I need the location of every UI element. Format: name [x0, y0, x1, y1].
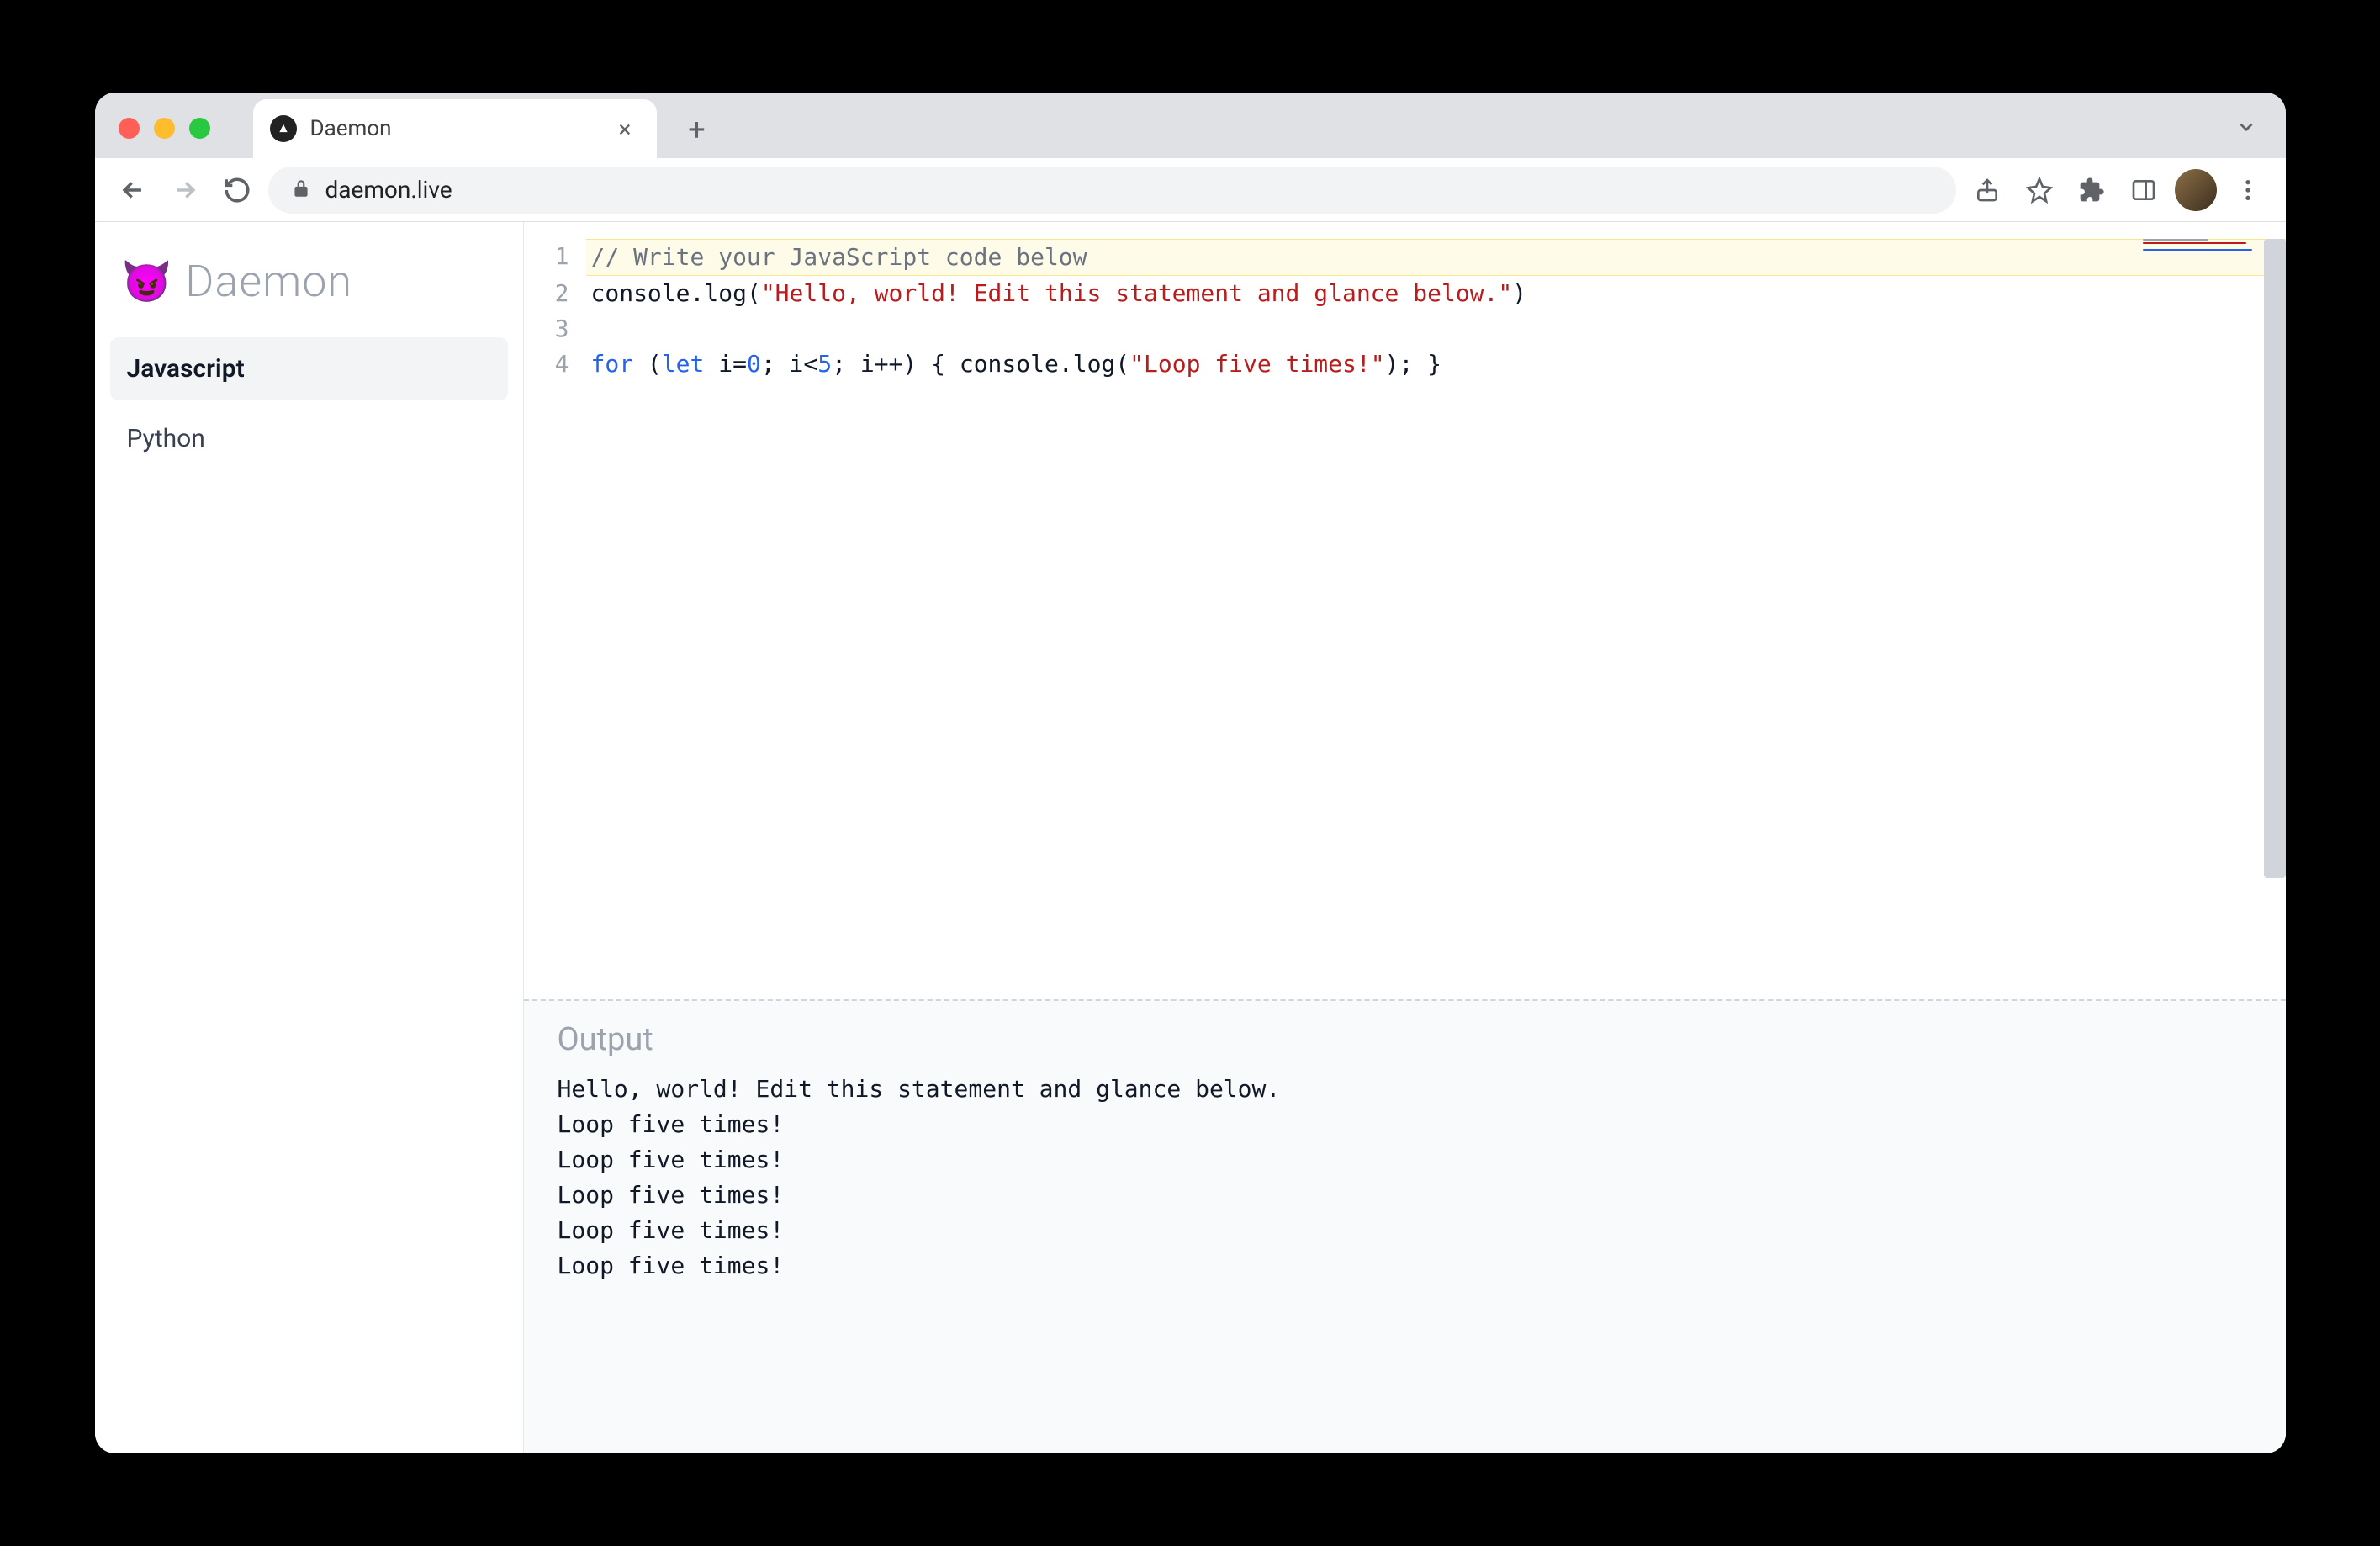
line-content[interactable] [591, 311, 2286, 347]
bookmark-button[interactable] [2018, 169, 2060, 211]
output-text: Hello, world! Edit this statement and gl… [558, 1072, 2252, 1284]
line-content[interactable]: console.log("Hello, world! Edit this sta… [591, 276, 2286, 311]
browser-tab-bar: Daemon × + [95, 93, 2286, 158]
sidebar: 😈 Daemon Javascript Python [95, 222, 524, 1453]
page-content: 😈 Daemon Javascript Python 1// Write you… [95, 222, 2286, 1453]
address-bar: daemon.live [95, 158, 2286, 222]
new-tab-button[interactable]: + [674, 106, 721, 153]
code-line[interactable]: 2console.log("Hello, world! Edit this st… [524, 276, 2286, 311]
code-line[interactable]: 1// Write your JavaScript code below [524, 239, 2286, 276]
code-line[interactable]: 4for (let i=0; i<5; i++) { console.log("… [524, 347, 2286, 382]
sidebar-item-label: Python [127, 424, 205, 453]
line-number: 1 [524, 239, 591, 276]
output-panel: Output Hello, world! Edit this statement… [524, 999, 2286, 1453]
sidebar-item-javascript[interactable]: Javascript [110, 337, 508, 400]
main-area: 1// Write your JavaScript code below2con… [524, 222, 2286, 1453]
close-window-button[interactable] [119, 118, 140, 139]
profile-avatar[interactable] [2175, 169, 2217, 211]
sidebar-item-label: Javascript [127, 354, 245, 384]
app-logo: 😈 Daemon [110, 247, 508, 337]
browser-tab-active[interactable]: Daemon × [253, 99, 657, 158]
tab-list-dropdown[interactable] [2224, 109, 2269, 148]
tab-title: Daemon [310, 116, 597, 141]
side-panel-button[interactable] [2123, 169, 2165, 211]
chrome-menu-button[interactable] [2227, 169, 2269, 211]
line-number: 2 [524, 276, 591, 311]
editor-scrollbar[interactable] [2264, 239, 2286, 878]
browser-window: Daemon × + daemon.live [95, 93, 2286, 1453]
lock-icon [290, 177, 312, 203]
code-editor[interactable]: 1// Write your JavaScript code below2con… [524, 222, 2286, 999]
tab-close-button[interactable]: × [611, 112, 640, 146]
code-line[interactable]: 3 [524, 311, 2286, 347]
extensions-button[interactable] [2071, 169, 2113, 211]
logo-text: Daemon [185, 256, 352, 307]
line-content[interactable]: // Write your JavaScript code below [586, 239, 2286, 276]
nav-back-button[interactable] [112, 169, 154, 211]
tab-favicon-icon [270, 115, 297, 142]
line-content[interactable]: for (let i=0; i<5; i++) { console.log("L… [591, 347, 2286, 382]
url-bar[interactable]: daemon.live [268, 167, 1956, 214]
url-text: daemon.live [325, 176, 452, 204]
line-number: 4 [524, 347, 591, 382]
nav-forward-button[interactable] [164, 169, 206, 211]
line-number: 3 [524, 311, 591, 347]
editor-minimap[interactable] [2143, 239, 2252, 251]
minimize-window-button[interactable] [154, 118, 175, 139]
output-heading: Output [558, 1021, 2252, 1058]
maximize-window-button[interactable] [189, 118, 210, 139]
window-controls [119, 118, 210, 139]
logo-emoji-icon: 😈 [122, 257, 172, 305]
share-button[interactable] [1966, 169, 2008, 211]
reload-button[interactable] [216, 169, 258, 211]
sidebar-item-python[interactable]: Python [110, 407, 508, 470]
